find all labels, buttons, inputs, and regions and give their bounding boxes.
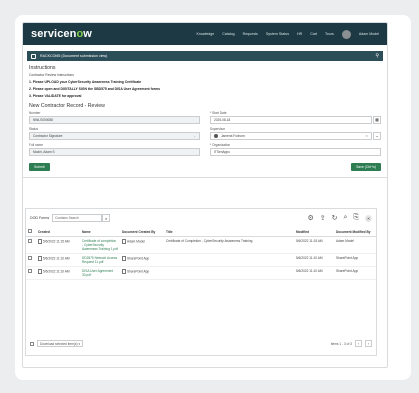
instruction-step: 2. Please open and DIGITALLY SIGN the SB… bbox=[29, 86, 161, 91]
chevron-down-icon[interactable]: ⌄ bbox=[373, 131, 381, 140]
list-tools: ⚙ ⇪ ↻ ⌕ ⎘ ✕ bbox=[307, 214, 372, 222]
instruction-step: 3. Please VALIDATE for approval bbox=[29, 93, 82, 98]
status-select[interactable]: Contractor Signature ⌄ bbox=[29, 131, 200, 140]
record-form: Number NWLS000088 * Start Date 2025-08-1… bbox=[29, 111, 381, 156]
file-icon bbox=[122, 269, 126, 274]
number-field: NWLS000088 bbox=[29, 115, 200, 124]
start-date-field[interactable]: 2025-08-18 bbox=[210, 115, 372, 124]
search-input[interactable]: Contains Search bbox=[52, 214, 103, 222]
upload-icon[interactable]: ⇪ bbox=[320, 214, 326, 222]
checkbox[interactable] bbox=[28, 229, 32, 233]
col-name[interactable]: Name bbox=[80, 227, 120, 237]
start-date-group: * Start Date 2025-08-18 ▦ bbox=[210, 111, 381, 124]
nav-system-status[interactable]: System Status bbox=[266, 32, 289, 36]
refresh-icon[interactable]: ↻ bbox=[332, 214, 338, 222]
attachment-icon[interactable]: ⚲ bbox=[375, 53, 379, 59]
list-title: DOD Forms bbox=[30, 216, 50, 220]
instruction-step: 1. Please UPLOAD your CyberSecurity Awar… bbox=[29, 79, 142, 84]
documents-table: Created Name Document Created By Title M… bbox=[26, 227, 376, 280]
dod-forms-panel: DOD Forms Contains Search ⌕ ⚙ ⇪ ↻ ⌕ ⎘ ✕ … bbox=[25, 208, 377, 356]
calendar-icon[interactable]: ▦ bbox=[373, 115, 381, 124]
nav-catalog[interactable]: Catalog bbox=[222, 32, 234, 36]
close-icon[interactable]: ✕ bbox=[365, 214, 372, 222]
col-modified-by[interactable]: Document Modified By bbox=[334, 227, 376, 237]
nav-cart[interactable]: Cart bbox=[310, 32, 317, 36]
instructions-section: Instructions Contractor Review Instructi… bbox=[23, 65, 387, 156]
full-name-label: Full name bbox=[29, 142, 43, 147]
table-row[interactable]: 5/6/2022 11:10 AM DD2875 Network Access … bbox=[26, 253, 376, 267]
file-icon bbox=[122, 239, 126, 244]
col-created[interactable]: Created bbox=[36, 227, 80, 237]
user-name[interactable]: Adam Model bbox=[359, 32, 379, 36]
nav-requests[interactable]: Requests bbox=[243, 32, 258, 36]
start-date-label: * Start Date bbox=[210, 110, 227, 115]
table-row[interactable]: 5/6/2022 11:15 AM Certificate of complet… bbox=[26, 236, 376, 254]
list-footer: Download selected item(s) ▾ Items 1 - 3 … bbox=[30, 340, 372, 347]
full-name-field: Model, Adam S bbox=[29, 147, 200, 156]
document-link[interactable]: DISA User Agreement 30.pdf bbox=[80, 266, 120, 280]
checkbox[interactable] bbox=[28, 256, 32, 260]
user-icon bbox=[214, 133, 218, 138]
page-info: Items 1 - 3 of 3 bbox=[330, 341, 352, 346]
top-navigation: servicenow Knowledge Catalog Requests Sy… bbox=[23, 23, 387, 45]
bulk-action-select[interactable]: Download selected item(s) ▾ bbox=[37, 340, 84, 347]
search-icon[interactable]: ⌕ bbox=[102, 214, 111, 222]
checkbox[interactable] bbox=[28, 269, 32, 273]
checkbox[interactable] bbox=[30, 341, 34, 346]
document-link[interactable]: Certificate of completion - CyberSecurit… bbox=[80, 236, 120, 254]
servicenow-logo[interactable]: servicenow bbox=[31, 28, 92, 40]
status-group: Status Contractor Signature ⌄ bbox=[29, 127, 200, 140]
list-toolbar: DOD Forms Contains Search ⌕ ⚙ ⇪ ↻ ⌕ ⎘ ✕ bbox=[26, 209, 376, 227]
next-page-button[interactable]: › bbox=[365, 340, 372, 347]
chevron-down-icon: ⌄ bbox=[193, 133, 196, 138]
organization-label: * Organization bbox=[210, 142, 231, 147]
instructions-heading: Instructions bbox=[29, 65, 56, 71]
full-name-group: Full name Model, Adam S bbox=[29, 143, 200, 156]
instructions-subheading: Contractor Review Instructions bbox=[29, 72, 74, 77]
prev-page-button[interactable]: ‹ bbox=[355, 340, 362, 347]
file-icon bbox=[38, 256, 42, 261]
table-row[interactable]: 5/6/2022 11:10 AM DISA User Agreement 30… bbox=[26, 266, 376, 280]
col-created-by[interactable]: Document Created By bbox=[120, 227, 164, 237]
number-label: Number bbox=[29, 110, 41, 115]
col-modified[interactable]: Modified bbox=[294, 227, 334, 237]
file-icon bbox=[38, 239, 42, 244]
form-icon bbox=[31, 53, 36, 59]
file-icon bbox=[38, 269, 42, 274]
pagination: Items 1 - 3 of 3 ‹ › bbox=[331, 340, 372, 347]
form-title: RACKCOM5 (Document submission view) bbox=[40, 54, 108, 58]
supervisor-label: Supervisor bbox=[210, 126, 226, 131]
supervisor-group: Supervisor Jameria Foxhorn ✕ ⌄ bbox=[210, 127, 381, 140]
select-all-cell[interactable] bbox=[26, 227, 36, 237]
col-title[interactable]: Title bbox=[164, 227, 294, 237]
clear-icon[interactable]: ✕ bbox=[365, 134, 368, 138]
status-label: Status bbox=[29, 126, 39, 131]
nav-hr[interactable]: HR bbox=[297, 32, 302, 36]
organization-field[interactable]: ITSenAppo bbox=[210, 147, 381, 156]
supervisor-field[interactable]: Jameria Foxhorn ✕ bbox=[210, 131, 372, 140]
search-icon[interactable]: ⌕ bbox=[343, 214, 347, 222]
table-header-row: Created Name Document Created By Title M… bbox=[26, 227, 376, 237]
save-button[interactable]: Save (Ctrl+s) bbox=[351, 162, 381, 171]
nav-tours[interactable]: Tours bbox=[325, 32, 334, 36]
number-field-group: Number NWLS000088 bbox=[29, 111, 200, 124]
export-icon[interactable]: ⎘ bbox=[353, 214, 359, 222]
nav-links: Knowledge Catalog Requests System Status… bbox=[196, 29, 379, 39]
file-icon bbox=[122, 256, 126, 261]
record-heading: New Contractor Record - Review bbox=[29, 102, 105, 109]
organization-group: * Organization ITSenAppo bbox=[210, 143, 381, 156]
avatar[interactable] bbox=[341, 29, 351, 39]
nav-knowledge[interactable]: Knowledge bbox=[196, 32, 214, 36]
document-link[interactable]: DD2875 Network Access Request 11.pdf bbox=[80, 253, 120, 267]
submit-button[interactable]: Submit bbox=[29, 162, 50, 171]
gear-icon[interactable]: ⚙ bbox=[307, 214, 313, 222]
form-actions: Submit Save (Ctrl+s) bbox=[23, 162, 387, 171]
form-header-bar: RACKCOM5 (Document submission view) ⚲ bbox=[27, 51, 383, 61]
divider bbox=[23, 176, 387, 178]
checkbox[interactable] bbox=[28, 239, 32, 243]
